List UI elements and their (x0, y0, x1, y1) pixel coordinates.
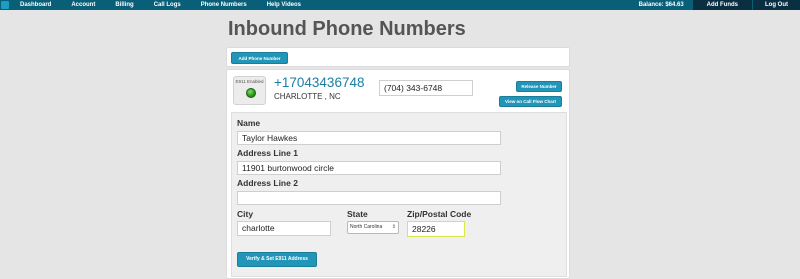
add-phone-number-button[interactable]: Add Phone Number (231, 52, 288, 64)
nav-right: Balance: $64.63 Add Funds Log Out (631, 0, 800, 10)
nav-links: Dashboard Account Billing Call Logs Phon… (10, 0, 311, 10)
state-select[interactable]: North Carolina ⇕ (347, 221, 399, 234)
e911-indicator: E911 Enabled (233, 76, 266, 105)
view-call-flow-button[interactable]: View on Call Flow Chart (499, 96, 562, 107)
select-arrows-icon: ⇕ (391, 224, 396, 230)
status-led-icon (246, 88, 256, 98)
log-out-button[interactable]: Log Out (752, 0, 800, 10)
address-line-2-label: Address Line 2 (237, 178, 298, 188)
address-line-1-label: Address Line 1 (237, 148, 298, 158)
phone-number: +17043436748 (274, 75, 365, 90)
city-label: City (237, 209, 254, 219)
nav-link-dashboard[interactable]: Dashboard (10, 0, 61, 10)
state-select-value: North Carolina (350, 224, 383, 230)
nav-link-account[interactable]: Account (61, 0, 105, 10)
state-label: State (347, 209, 368, 219)
name-input[interactable]: Taylor Hawkes (237, 131, 501, 145)
nav-link-call-logs[interactable]: Call Logs (144, 0, 191, 10)
add-funds-button[interactable]: Add Funds (691, 0, 752, 10)
nav-link-help-videos[interactable]: Help Videos (257, 0, 311, 10)
page-title: Inbound Phone Numbers (228, 18, 466, 40)
nav-link-phone-numbers[interactable]: Phone Numbers (191, 0, 257, 10)
balance-display: Balance: $64.63 (638, 2, 684, 8)
address-line-2-input[interactable] (237, 191, 501, 205)
formatted-number-field[interactable]: (704) 343-6748 (379, 80, 473, 96)
release-number-button[interactable]: Release Number (516, 81, 562, 92)
add-number-panel: Add Phone Number (226, 47, 570, 67)
city-input[interactable]: charlotte (237, 221, 331, 236)
e911-address-form: Name Taylor Hawkes Address Line 1 11901 … (231, 112, 567, 277)
e911-label: E911 Enabled (235, 79, 264, 84)
verify-set-e911-button[interactable]: Verify & Set E911 Address (237, 252, 317, 267)
phone-number-card: E911 Enabled +17043436748 CHARLOTTE , NC… (226, 69, 570, 279)
name-label: Name (237, 118, 261, 128)
address-line-1-input[interactable]: 11901 burtonwood circle (237, 161, 501, 175)
nav-link-billing[interactable]: Billing (105, 0, 143, 10)
top-nav: Dashboard Account Billing Call Logs Phon… (0, 0, 800, 10)
city-state: CHARLOTTE , NC (274, 92, 341, 101)
logo-icon[interactable] (1, 1, 9, 9)
zip-label: Zip/Postal Code (407, 209, 472, 219)
zip-input[interactable]: 28226 (407, 221, 465, 237)
